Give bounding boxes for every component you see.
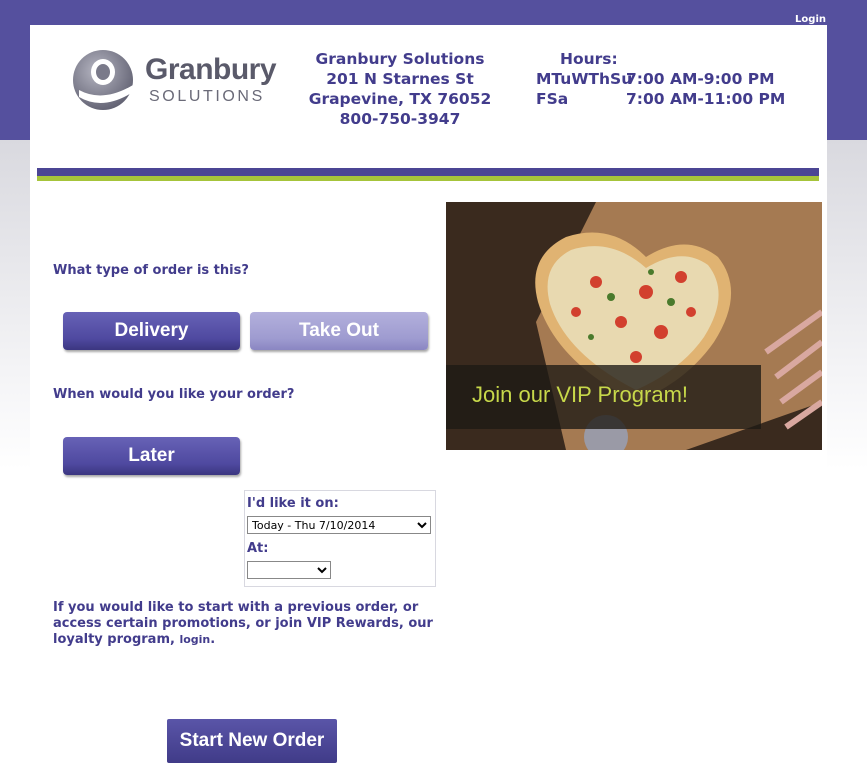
hours-time: 7:00 AM-9:00 PM [626, 70, 775, 88]
start-new-order-button[interactable]: Start New Order [167, 719, 337, 763]
hours-row: MTuWThSu 7:00 AM-9:00 PM [536, 69, 785, 89]
login-link[interactable]: Login [795, 14, 826, 25]
hours-days: FSa [536, 90, 569, 108]
order-timing-question: When would you like your order? [53, 387, 295, 402]
brand-logo[interactable]: Granbury SOLUTIONS [67, 45, 277, 115]
hours-time: 7:00 AM-11:00 PM [626, 90, 786, 108]
time-label: At: [247, 541, 269, 556]
schedule-panel: I'd like it on: Today - Thu 7/10/2014 At… [244, 490, 436, 587]
store-info: Granbury Solutions 201 N Starnes St Grap… [300, 49, 500, 129]
time-select[interactable] [247, 561, 331, 579]
logo-icon [73, 50, 133, 110]
hours-days: MTuWThSu [536, 70, 633, 88]
delivery-button[interactable]: Delivery [63, 312, 240, 350]
order-type-question: What type of order is this? [53, 263, 249, 278]
hours-title: Hours: [560, 50, 618, 68]
store-name: Granbury Solutions [315, 50, 485, 68]
logo-text-name: Granbury [145, 53, 277, 86]
takeout-button[interactable]: Take Out [250, 312, 428, 350]
date-select[interactable]: Today - Thu 7/10/2014 [247, 516, 431, 534]
store-hours: Hours: MTuWThSu 7:00 AM-9:00 PM FSa 7:00… [536, 49, 785, 109]
hours-row: FSa 7:00 AM-11:00 PM [536, 89, 785, 109]
header-divider [37, 168, 819, 182]
date-label: I'd like it on: [247, 496, 339, 511]
later-button[interactable]: Later [63, 437, 240, 475]
info-text: If you would like to start with a previo… [53, 600, 433, 647]
vip-promo-banner[interactable]: Join our VIP Program! [446, 202, 822, 450]
store-address-line2: Grapevine, TX 76052 [308, 90, 492, 108]
info-login-link[interactable]: login [179, 633, 210, 646]
promo-text: Join our VIP Program! [472, 382, 689, 407]
store-phone: 800-750-3947 [339, 110, 461, 128]
logo-text-sub: SOLUTIONS [149, 88, 265, 105]
info-message: If you would like to start with a previo… [53, 600, 433, 647]
store-address-line1: 201 N Starnes St [326, 70, 474, 88]
main-frame: Granbury SOLUTIONS Granbury Solutions 20… [30, 25, 827, 763]
